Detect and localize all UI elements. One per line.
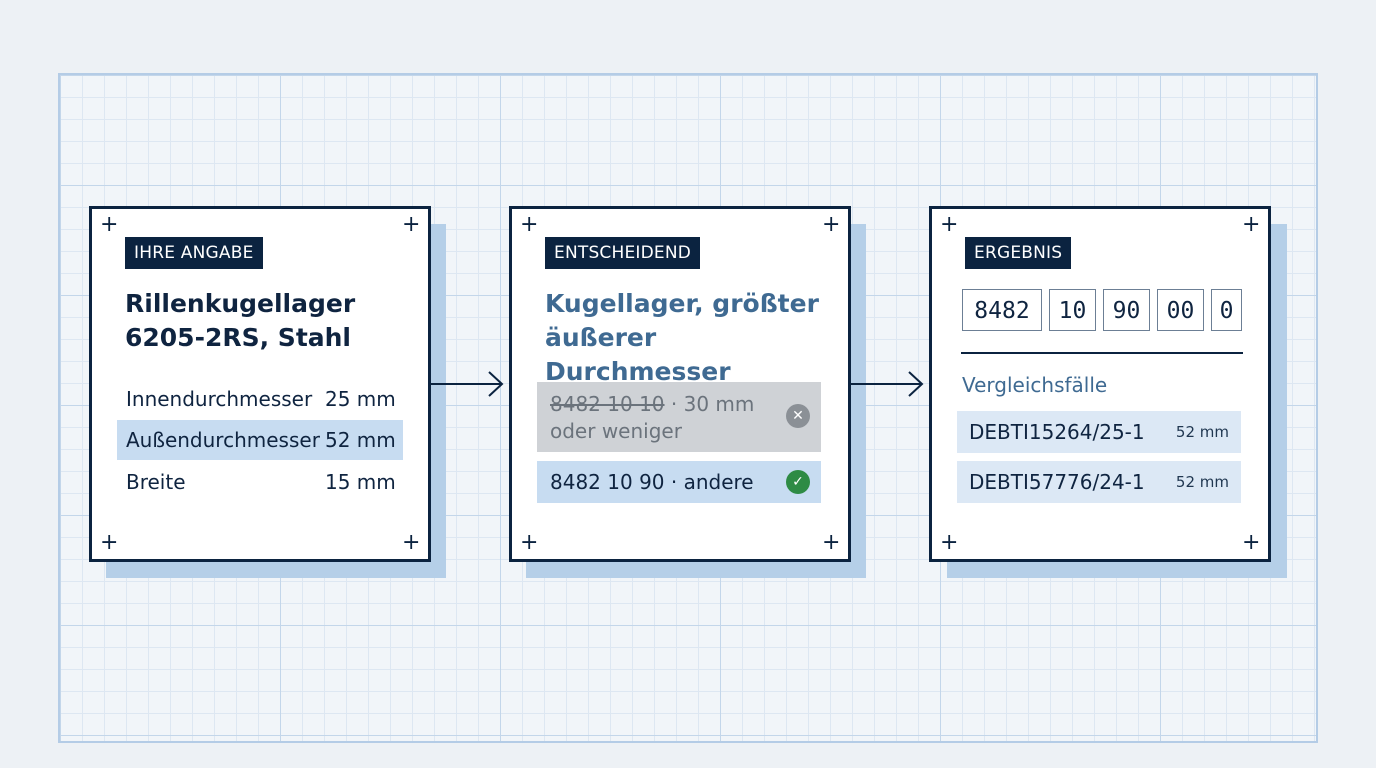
spec-row-inner-diameter: Innendurchmesser 25 mm xyxy=(117,379,403,419)
plus-icon: + xyxy=(822,212,841,237)
card-tag: IHRE ANGABE xyxy=(125,237,263,269)
product-title-line: 6205-2RS, Stahl xyxy=(125,323,352,352)
reference-id: DEBTI57776/24-1 xyxy=(969,470,1145,494)
reference-id: DEBTI15264/25-1 xyxy=(969,420,1145,444)
selected-option-text: 8482 10 90 · andere xyxy=(550,470,754,494)
x-circle-icon: ✕ xyxy=(786,404,810,428)
plus-icon: + xyxy=(940,530,959,555)
plus-icon: + xyxy=(402,212,421,237)
rejected-text: · 30 mm xyxy=(664,392,755,416)
spec-row-width: Breite 15 mm xyxy=(117,462,403,502)
plus-icon: + xyxy=(1242,212,1261,237)
spec-row-outer-diameter: Außendurchmesser 52 mm xyxy=(117,420,403,460)
plus-icon: + xyxy=(100,530,119,555)
plus-icon: + xyxy=(1242,530,1261,555)
rejected-option: 8482 10 10 · 30 mm oder weniger ✕ xyxy=(537,382,821,452)
result-card: + + + + ERGEBNIS 8482 10 90 00 0 Verglei… xyxy=(929,206,1271,562)
plus-icon: + xyxy=(822,530,841,555)
decision-card: + + + + ENTSCHEIDEND Kugellager, größter… xyxy=(509,206,851,562)
plus-icon: + xyxy=(402,530,421,555)
flow-arrow xyxy=(431,371,504,397)
product-title-line: Rillenkugellager xyxy=(125,289,356,318)
code-part: 10 xyxy=(1049,289,1096,331)
plus-icon: + xyxy=(520,212,539,237)
plus-icon: + xyxy=(520,530,539,555)
criterion-title-line: äußerer Durchmesser xyxy=(545,323,731,386)
spec-label: Außendurchmesser xyxy=(126,428,320,452)
reference-item: DEBTI15264/25-1 52 mm xyxy=(957,411,1241,453)
spec-value: 25 mm xyxy=(325,387,396,411)
reference-size: 52 mm xyxy=(1175,423,1229,441)
rejected-code: 8482 10 10 xyxy=(550,392,665,416)
criterion-title-line: Kugellager, größter xyxy=(545,289,819,318)
plus-icon: + xyxy=(940,212,959,237)
spec-label: Breite xyxy=(126,470,186,494)
code-part: 8482 xyxy=(962,289,1042,331)
plus-icon: + xyxy=(100,212,119,237)
card-tag: ERGEBNIS xyxy=(965,237,1072,269)
code-part: 0 xyxy=(1211,289,1242,331)
flow-arrow xyxy=(851,371,924,397)
code-part: 00 xyxy=(1157,289,1204,331)
rejected-option-line: 8482 10 10 · 30 mm xyxy=(550,391,821,418)
reference-size: 52 mm xyxy=(1175,473,1229,491)
selected-option: 8482 10 90 · andere ✓ xyxy=(537,461,821,503)
check-circle-icon: ✓ xyxy=(786,470,810,494)
product-title: Rillenkugellager 6205-2RS, Stahl xyxy=(125,287,415,355)
criterion-title: Kugellager, größter äußerer Durchmesser xyxy=(545,287,835,389)
code-part: 90 xyxy=(1103,289,1150,331)
rejected-option-line: oder weniger xyxy=(550,419,682,443)
divider xyxy=(961,352,1243,354)
spec-value: 52 mm xyxy=(325,428,396,452)
spec-label: Innendurchmesser xyxy=(126,387,313,411)
input-card: + + + + IHRE ANGABE Rillenkugellager 620… xyxy=(89,206,431,562)
card-tag: ENTSCHEIDEND xyxy=(545,237,701,269)
reference-item: DEBTI57776/24-1 52 mm xyxy=(957,461,1241,503)
spec-value: 15 mm xyxy=(325,470,396,494)
comparison-heading: Vergleichsfälle xyxy=(962,373,1108,397)
